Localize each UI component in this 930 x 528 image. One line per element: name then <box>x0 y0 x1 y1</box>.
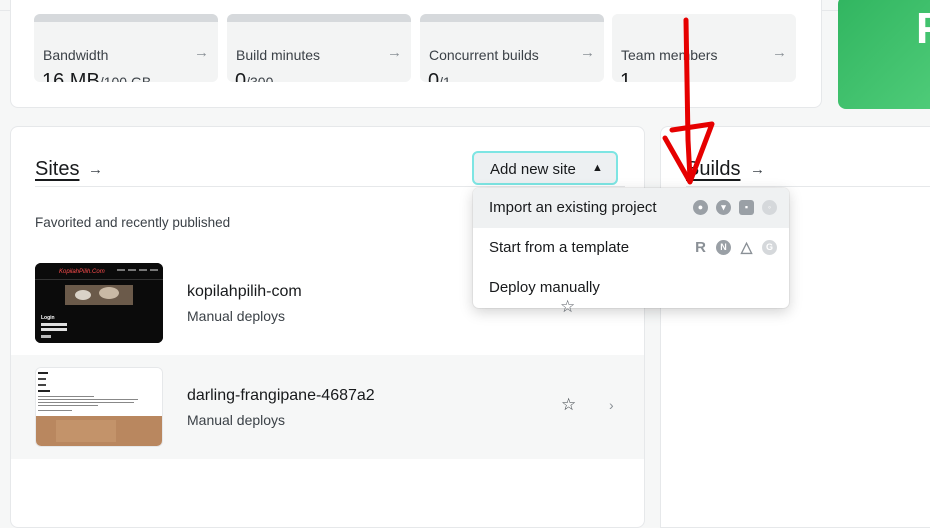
remix-icon: R <box>695 239 706 256</box>
chevron-up-icon: ▲ <box>592 162 603 174</box>
promo-card[interactable]: F <box>838 0 930 109</box>
github-icon: ● <box>693 200 708 215</box>
metric-label: Bandwidth <box>43 47 109 63</box>
arrow-right-icon: → <box>194 44 209 61</box>
menu-item-deploy-manually[interactable]: Deploy manually <box>473 268 789 308</box>
menu-item-import-project[interactable]: Import an existing project ● ▾ ▪ ◦ <box>473 188 789 228</box>
gitlab-icon: ▾ <box>716 200 731 215</box>
next-icon: N <box>716 240 731 255</box>
arrow-right-icon: → <box>387 44 402 61</box>
site-name[interactable]: darling-frangipane-4687a2 <box>187 387 375 405</box>
metric-value: 16 MB/100 GB <box>42 70 152 82</box>
nuxt-icon: △ <box>740 239 753 256</box>
arrow-right-icon: → <box>88 161 103 178</box>
sites-title-link[interactable]: Sites <box>35 158 79 181</box>
site-thumbnail-image: KopilahPilih.Com Login <box>35 263 163 343</box>
metric-value: 1 <box>620 70 632 82</box>
chevron-right-icon[interactable]: › <box>609 397 614 413</box>
star-icon[interactable]: ☆ <box>561 395 576 415</box>
sites-subheading: Favorited and recently published <box>35 215 231 230</box>
metric-label: Concurrent builds <box>429 47 539 63</box>
metric-label: Team members <box>621 47 718 63</box>
thumb-login-text: Login <box>41 315 55 321</box>
menu-item-start-from-template[interactable]: Start from a template R N △ G <box>473 228 789 268</box>
site-thumbnail[interactable] <box>35 367 163 447</box>
star-icon[interactable]: ☆ <box>560 297 575 317</box>
metric-bar <box>227 14 411 22</box>
provider-icons: ● ▾ ▪ ◦ <box>693 200 777 215</box>
site-deploy-type: Manual deploys <box>187 412 286 428</box>
metric-concurrent-builds[interactable]: Concurrent builds → 0/1 <box>420 14 604 82</box>
metric-bar <box>612 14 796 22</box>
bitbucket-icon: ▪ <box>739 200 754 215</box>
menu-item-label: Deploy manually <box>489 279 600 296</box>
metric-bar <box>34 14 218 22</box>
add-new-site-label: Add new site <box>490 161 576 178</box>
sites-panel: Sites → Add new site ▲ Favorited and rec… <box>10 126 645 528</box>
metric-build-minutes[interactable]: Build minutes → 0/300 <box>227 14 411 82</box>
metric-value: 0/1 <box>428 70 451 82</box>
menu-item-label: Import an existing project <box>489 199 657 216</box>
site-name[interactable]: kopilahpilih-com <box>187 283 302 301</box>
metric-bandwidth[interactable]: Bandwidth → 16 MB/100 GB <box>34 14 218 82</box>
metric-team-members[interactable]: Team members → 1 <box>612 14 796 82</box>
metric-bar <box>420 14 604 22</box>
site-deploy-type: Manual deploys <box>187 308 286 324</box>
template-icons: R N △ G <box>693 240 777 255</box>
gatsby-icon: G <box>762 240 777 255</box>
add-site-dropdown: Import an existing project ● ▾ ▪ ◦ Start… <box>473 188 789 308</box>
divider <box>35 186 625 187</box>
metric-value: 0/300 <box>235 70 274 82</box>
metric-label: Build minutes <box>236 47 321 63</box>
arrow-right-icon: → <box>580 44 595 61</box>
divider <box>686 186 930 187</box>
promo-glyph: F <box>916 4 930 53</box>
builds-panel: Builds → <box>660 126 930 528</box>
builds-title-link[interactable]: Builds <box>686 158 740 181</box>
arrow-right-icon: → <box>750 161 765 178</box>
site-thumbnail-image <box>36 368 162 446</box>
site-thumbnail[interactable]: KopilahPilih.Com Login <box>35 263 163 343</box>
site-row[interactable]: darling-frangipane-4687a2 Manual deploys… <box>11 355 644 459</box>
arrow-right-icon: → <box>772 44 787 61</box>
usage-card: Bandwidth → 16 MB/100 GB Build minutes →… <box>10 0 822 108</box>
add-new-site-button[interactable]: Add new site ▲ <box>472 151 618 185</box>
menu-item-label: Start from a template <box>489 239 630 256</box>
azure-devops-icon: ◦ <box>762 200 777 215</box>
thumb-logo-text: KopilahPilih.Com <box>59 269 105 275</box>
